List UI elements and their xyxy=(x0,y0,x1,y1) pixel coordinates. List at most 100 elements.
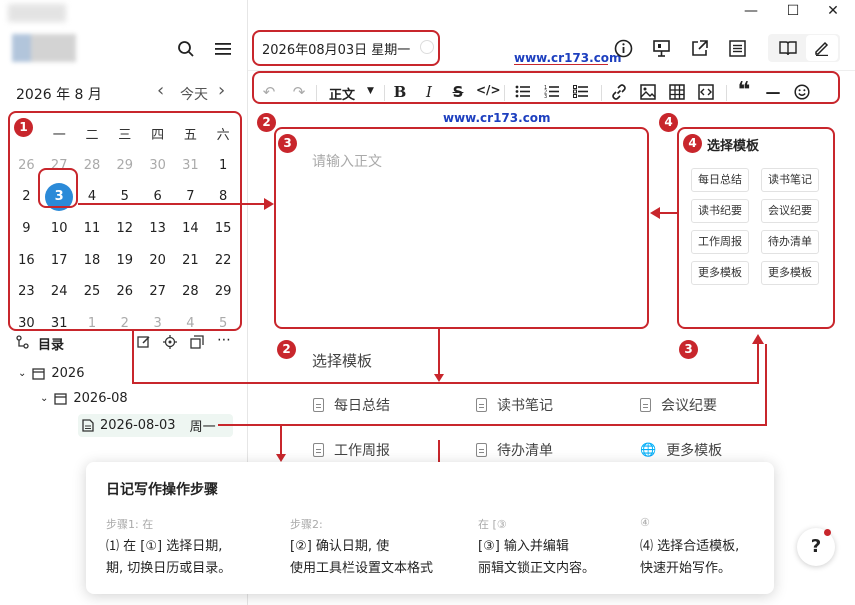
arrow-head-down xyxy=(276,454,286,462)
arrow-head-down xyxy=(434,374,444,382)
minimize-button[interactable]: — xyxy=(728,0,774,22)
arrow-line xyxy=(438,329,440,375)
document-icon xyxy=(82,419,94,432)
arrow-line xyxy=(78,203,264,205)
calendar-next-button[interactable]: › xyxy=(218,80,225,101)
template-list-label: 会议纪要 xyxy=(661,398,717,414)
tree-item-year[interactable]: ⌄ 2026 xyxy=(18,366,84,381)
tree-item-month[interactable]: ⌄ 2026-08 xyxy=(40,391,128,406)
guide-step-label: ④ xyxy=(640,516,650,529)
guide-step-text: ⑷ 选择合适模板, xyxy=(640,539,740,554)
calendar-icon xyxy=(32,368,46,380)
tree-label-month: 2026-08 xyxy=(73,391,128,406)
close-button[interactable]: ✕ xyxy=(810,0,855,22)
badge-step-3-bottom: 3 xyxy=(679,340,698,359)
outline-label: 目录 xyxy=(38,338,65,353)
edit-icon[interactable] xyxy=(137,335,151,349)
guide-step-text: 期, 切换日历或目录。 xyxy=(106,561,232,576)
arrow-head-left xyxy=(650,207,660,219)
tree-label-year: 2026 xyxy=(51,366,85,381)
read-mode-icon[interactable] xyxy=(779,40,797,56)
tree-label-day: 2026-08-03 xyxy=(100,418,176,433)
guide-step-text: 使用工具栏设置文本格式 xyxy=(290,561,434,576)
arrow-head-up xyxy=(752,334,764,344)
guide-step-text: [②] 确认日期, 使 xyxy=(290,539,390,554)
arrow-line xyxy=(438,440,440,462)
template-list-label: 更多模板 xyxy=(666,443,723,459)
menu-icon[interactable] xyxy=(214,41,232,57)
guide-title: 日记写作操作步骤 xyxy=(106,482,218,498)
watermark-top: www.cr173.com xyxy=(514,51,622,65)
annotation-box-toolbar xyxy=(252,71,840,104)
annotation-box-calendar xyxy=(8,111,242,331)
calendar-month-title: 2026 年 8 月 xyxy=(16,87,102,103)
arrow-head-right xyxy=(264,198,274,210)
locate-icon[interactable] xyxy=(163,335,177,349)
template-list-item[interactable]: 每日总结 xyxy=(313,395,390,415)
arrow-line xyxy=(218,424,766,426)
badge-step-1: 1 xyxy=(14,118,33,137)
guide-step-label: 在 [③ xyxy=(478,518,507,531)
info-icon[interactable] xyxy=(614,39,633,58)
globe-icon: 🌐 xyxy=(640,442,657,458)
guide-step-text: 快速开始写作。 xyxy=(640,561,732,576)
template-list-item[interactable]: 待办清单 xyxy=(476,440,553,460)
collapse-icon[interactable] xyxy=(190,335,204,349)
arrow-line xyxy=(660,212,677,214)
template-list-label: 待办清单 xyxy=(497,443,553,459)
search-icon[interactable] xyxy=(177,40,195,58)
template-list-item[interactable]: 读书笔记 xyxy=(476,395,553,415)
guide-step-label: 步骤2: xyxy=(290,518,323,531)
template-list-item[interactable]: 会议纪要 xyxy=(640,395,717,415)
tree-label-weekday: 周一 xyxy=(189,420,216,435)
app-logo xyxy=(12,34,76,62)
template-list-label: 工作周报 xyxy=(334,443,390,459)
app-title-blur xyxy=(8,4,66,22)
export-icon[interactable] xyxy=(690,39,709,58)
badge-step-2-bottom: 2 xyxy=(277,340,296,359)
watermark-middle: www.cr173.com xyxy=(443,111,551,125)
arrow-line xyxy=(765,344,767,426)
more-icon[interactable]: ⋯ xyxy=(217,332,231,348)
watermark-underline xyxy=(514,64,608,65)
outline-list-icon[interactable] xyxy=(728,39,747,58)
annotation-box-templates xyxy=(677,127,835,329)
template-list-item[interactable]: 工作周报 xyxy=(313,440,390,460)
arrow-line xyxy=(757,344,759,384)
guide-card: 日记写作操作步骤 步骤1: 在 ⑴ 在 [①] 选择日期, 期, 切换日历或目录。 步… xyxy=(86,462,774,594)
outline-tree-icon xyxy=(16,335,29,349)
app-window: — ☐ ✕ 2026 年 8 月 ‹ 今天 › 一二三四五六 26 27 28 29 3… xyxy=(0,0,855,605)
choose-template-heading: 选择模板 xyxy=(312,352,373,370)
presentation-icon[interactable] xyxy=(652,39,671,58)
tree-item-day[interactable]: 2026-08-03 周一 xyxy=(78,414,233,437)
annotation-box-date xyxy=(252,30,440,66)
template-list-label: 读书笔记 xyxy=(497,398,553,414)
chevron-down-icon: ⌄ xyxy=(40,393,49,404)
document-icon xyxy=(640,398,651,412)
guide-step-label: 步骤1: 在 xyxy=(106,518,154,531)
guide-step-text: ⑴ 在 [①] 选择日期, xyxy=(106,539,223,554)
badge-step-4: 4 xyxy=(659,113,678,132)
badge-step-4-panel: 4 xyxy=(683,134,702,153)
arrow-line xyxy=(132,331,134,383)
chevron-down-icon: ⌄ xyxy=(18,368,27,379)
calendar-icon xyxy=(54,393,68,405)
document-icon xyxy=(476,398,487,412)
annotation-box-today xyxy=(38,168,78,208)
badge-step-3: 3 xyxy=(278,134,297,153)
arrow-line xyxy=(132,382,758,384)
document-icon xyxy=(313,398,324,412)
guide-step-text: [③] 输入并编辑 xyxy=(478,539,569,554)
calendar-prev-button[interactable]: ‹ xyxy=(157,80,164,101)
edit-mode-icon[interactable] xyxy=(814,40,830,56)
template-list-item[interactable]: 🌐 更多模板 xyxy=(640,440,722,460)
calendar-today-button[interactable]: 今天 xyxy=(180,84,208,104)
annotation-box-editor xyxy=(274,127,649,329)
document-icon xyxy=(313,443,324,457)
help-notification-dot xyxy=(824,529,831,536)
guide-step-text: 丽辑文锁正文内容。 xyxy=(478,561,596,576)
arrow-line xyxy=(280,424,282,454)
badge-step-2: 2 xyxy=(257,113,276,132)
document-icon xyxy=(476,443,487,457)
template-list-label: 每日总结 xyxy=(334,398,390,414)
